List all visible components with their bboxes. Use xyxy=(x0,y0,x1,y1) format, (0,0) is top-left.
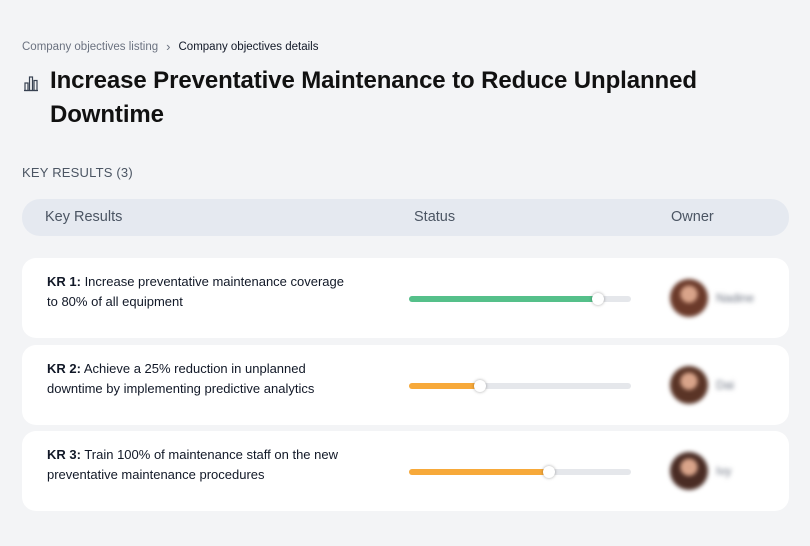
breadcrumb: Company objectives listing › Company obj… xyxy=(22,40,319,53)
status-progress-bar xyxy=(409,380,631,392)
progress-knob xyxy=(542,466,555,478)
key-result-text: Achieve a 25% reduction in unplanned dow… xyxy=(47,361,315,396)
key-results-section-label: KEY RESULTS (3) xyxy=(22,165,133,180)
column-header-owner: Owner xyxy=(671,209,714,225)
owner-name: Nadine xyxy=(716,291,755,305)
avatar xyxy=(670,452,708,490)
key-result-description: KR 3: Train 100% of maintenance staff on… xyxy=(47,445,357,485)
key-results-table-header: Key Results Status Owner xyxy=(22,199,789,236)
key-result-code: KR 3: xyxy=(47,447,81,462)
key-result-description: KR 1: Increase preventative maintenance … xyxy=(47,272,357,312)
key-result-code: KR 2: xyxy=(47,361,81,376)
breadcrumb-current: Company objectives details xyxy=(178,40,319,53)
avatar xyxy=(670,279,708,317)
page-header: Increase Preventative Maintenance to Red… xyxy=(22,64,782,132)
progress-fill xyxy=(409,296,598,302)
key-result-code: KR 1: xyxy=(47,274,81,289)
owner[interactable]: Ivy xyxy=(670,451,731,491)
breadcrumb-link-objectives-listing[interactable]: Company objectives listing xyxy=(22,41,158,53)
column-header-key-results: Key Results xyxy=(45,209,123,225)
progress-knob xyxy=(591,293,604,305)
owner-name: Ivy xyxy=(716,464,732,478)
progress-fill xyxy=(409,383,481,389)
owner[interactable]: Nadine xyxy=(670,278,754,318)
avatar xyxy=(670,366,708,404)
key-result-text: Train 100% of maintenance staff on the n… xyxy=(47,447,338,482)
key-result-row[interactable]: KR 3: Train 100% of maintenance staff on… xyxy=(22,431,789,511)
column-header-status: Status xyxy=(414,209,456,225)
key-result-description: KR 2: Achieve a 25% reduction in unplann… xyxy=(47,359,357,399)
progress-knob xyxy=(474,380,487,392)
status-progress-bar xyxy=(409,466,631,478)
key-result-row[interactable]: KR 2: Achieve a 25% reduction in unplann… xyxy=(22,345,789,425)
progress-fill xyxy=(409,469,549,475)
status-progress-bar xyxy=(409,293,631,305)
key-result-row[interactable]: KR 1: Increase preventative maintenance … xyxy=(22,258,789,338)
building-chart-icon xyxy=(24,76,38,92)
key-result-text: Increase preventative maintenance covera… xyxy=(47,274,344,309)
owner[interactable]: Dai xyxy=(670,365,734,405)
page-title: Increase Preventative Maintenance to Red… xyxy=(50,67,697,128)
owner-name: Dai xyxy=(716,378,735,392)
chevron-right-icon: › xyxy=(166,39,171,54)
